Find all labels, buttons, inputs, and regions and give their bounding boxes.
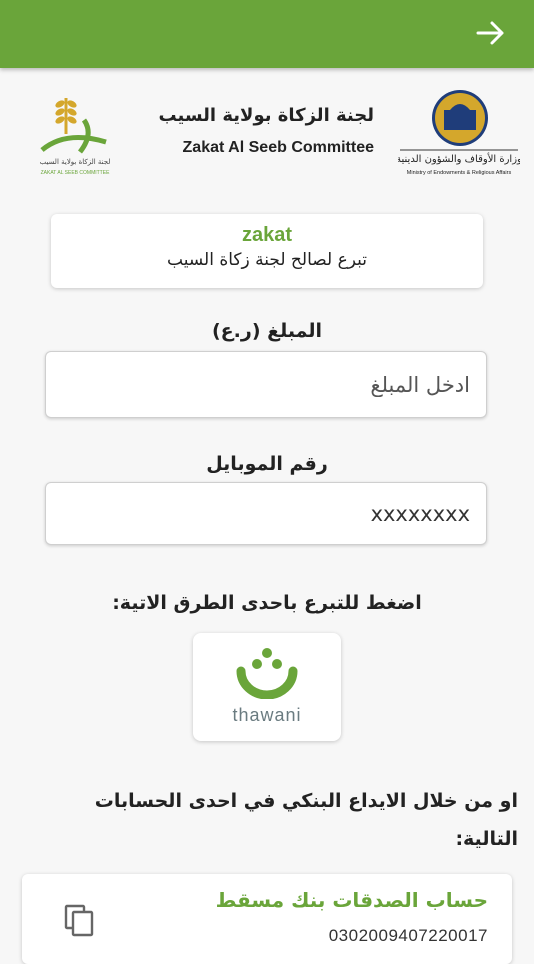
committee-name-ar: لجنة الزكاة بولاية السيب: [158, 105, 374, 126]
thawani-icon: [236, 648, 298, 699]
zakat-logo-caption-en: ZAKAT AL SEEB COMMITTEE: [41, 170, 110, 176]
ministry-logo: وزارة الأوقاف والشؤون الدينية Ministry o…: [398, 90, 520, 176]
account-number: 0302009407220017: [328, 926, 488, 945]
mobile-input[interactable]: [45, 482, 487, 545]
thawani-pay-button[interactable]: thawani: [193, 633, 341, 741]
ministry-text-ar: وزارة الأوقاف والشؤون الدينية: [398, 152, 520, 165]
cause-subtitle: تبرع لصالح لجنة زكاة السيب: [167, 250, 367, 270]
top-app-bar: [0, 0, 534, 68]
account-name: حساب الصدقات بنك مسقط: [215, 888, 488, 912]
header: لجنة الزكاة بولاية السيب ZAKAT AL SEEB C…: [0, 68, 534, 188]
zakat-committee-logo: لجنة الزكاة بولاية السيب ZAKAT AL SEEB C…: [40, 98, 111, 176]
arrow-right-icon[interactable]: [474, 16, 508, 50]
ministry-text-en: Ministry of Endowments & Religious Affai…: [407, 170, 512, 176]
thawani-label: thawani: [232, 705, 302, 725]
zakat-logo-caption-ar: لجنة الزكاة بولاية السيب: [40, 158, 111, 166]
mobile-label: رقم الموبايل: [206, 453, 328, 475]
payment-instruction: اضغط للتبرع باحدى الطرق الاتية:: [112, 592, 422, 614]
donation-cause-card: zakat تبرع لصالح لجنة زكاة السيب: [51, 214, 483, 288]
amount-label: المبلغ (ر.ع): [212, 320, 322, 342]
bank-account-card: حساب الصدقات بنك مسقط 0302009407220017: [22, 874, 512, 964]
committee-name-en: Zakat Al Seeb Committee: [182, 139, 374, 156]
copy-icon[interactable]: [62, 902, 98, 938]
bank-deposit-intro: او من خلال الايداع البنكي في احدى الحساب…: [94, 790, 518, 850]
cause-title: zakat: [241, 224, 293, 246]
amount-input[interactable]: [45, 351, 487, 418]
